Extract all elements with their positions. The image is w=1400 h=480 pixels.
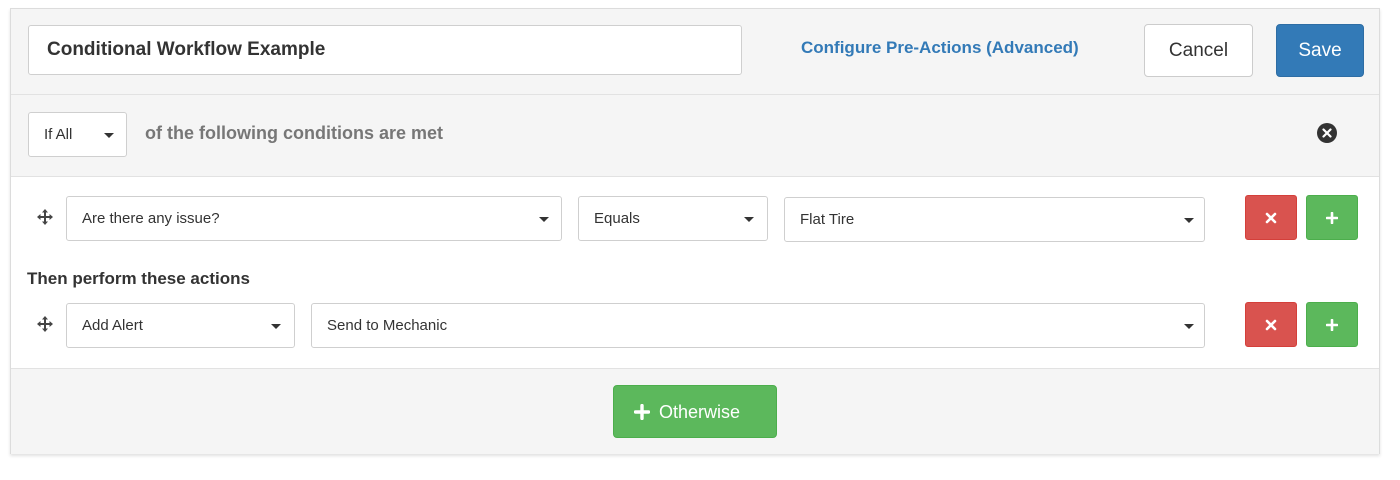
match-type-value: If All <box>44 126 73 143</box>
workflow-panel: Configure Pre-Actions (Advanced) Cancel … <box>10 8 1380 454</box>
action-type-select[interactable]: Add Alert <box>66 303 295 348</box>
chevron-down-icon <box>271 324 281 329</box>
remove-condition-button[interactable] <box>1245 195 1297 240</box>
condition-operator-select[interactable]: Equals <box>578 196 768 241</box>
actions-heading: Then perform these actions <box>27 269 250 288</box>
plus-icon <box>1326 319 1338 331</box>
cancel-button[interactable]: Cancel <box>1144 24 1253 77</box>
condition-field-value: Are there any issue? <box>82 210 220 227</box>
condition-operator-value: Equals <box>594 210 640 227</box>
condition-value-select[interactable]: Flat Tire <box>784 197 1205 242</box>
workflow-footer: Otherwise <box>11 369 1379 454</box>
configure-pre-actions-link[interactable]: Configure Pre-Actions (Advanced) <box>801 38 1079 58</box>
workflow-title-input[interactable] <box>28 25 742 75</box>
match-type-select[interactable]: If All <box>28 112 127 157</box>
plus-icon <box>634 404 650 420</box>
times-icon <box>1265 319 1277 331</box>
remove-action-button[interactable] <box>1245 302 1297 347</box>
move-arrows-icon[interactable] <box>36 315 54 333</box>
workflow-header: Configure Pre-Actions (Advanced) Cancel … <box>11 9 1379 95</box>
condition-value-value: Flat Tire <box>800 211 855 228</box>
otherwise-button[interactable]: Otherwise <box>613 385 777 438</box>
conditions-bar: If All of the following conditions are m… <box>11 95 1379 177</box>
add-condition-button[interactable] <box>1306 195 1358 240</box>
times-icon <box>1265 212 1277 224</box>
conditions-text: of the following conditions are met <box>145 123 444 143</box>
chevron-down-icon <box>1184 324 1194 329</box>
action-type-value: Add Alert <box>82 317 143 334</box>
add-action-button[interactable] <box>1306 302 1358 347</box>
chevron-down-icon <box>1184 218 1194 223</box>
times-circle-icon[interactable] <box>1317 123 1337 143</box>
chevron-down-icon <box>744 217 754 222</box>
chevron-down-icon <box>539 217 549 222</box>
move-arrows-icon[interactable] <box>36 208 54 226</box>
otherwise-label: Otherwise <box>659 402 741 422</box>
condition-field-select[interactable]: Are there any issue? <box>66 196 562 241</box>
plus-icon <box>1326 212 1338 224</box>
action-target-value: Send to Mechanic <box>327 317 448 334</box>
action-target-select[interactable]: Send to Mechanic <box>311 303 1205 348</box>
workflow-body: Are there any issue? Equals Flat Tire Th… <box>11 177 1379 369</box>
save-button[interactable]: Save <box>1276 24 1364 77</box>
chevron-down-icon <box>104 133 114 138</box>
